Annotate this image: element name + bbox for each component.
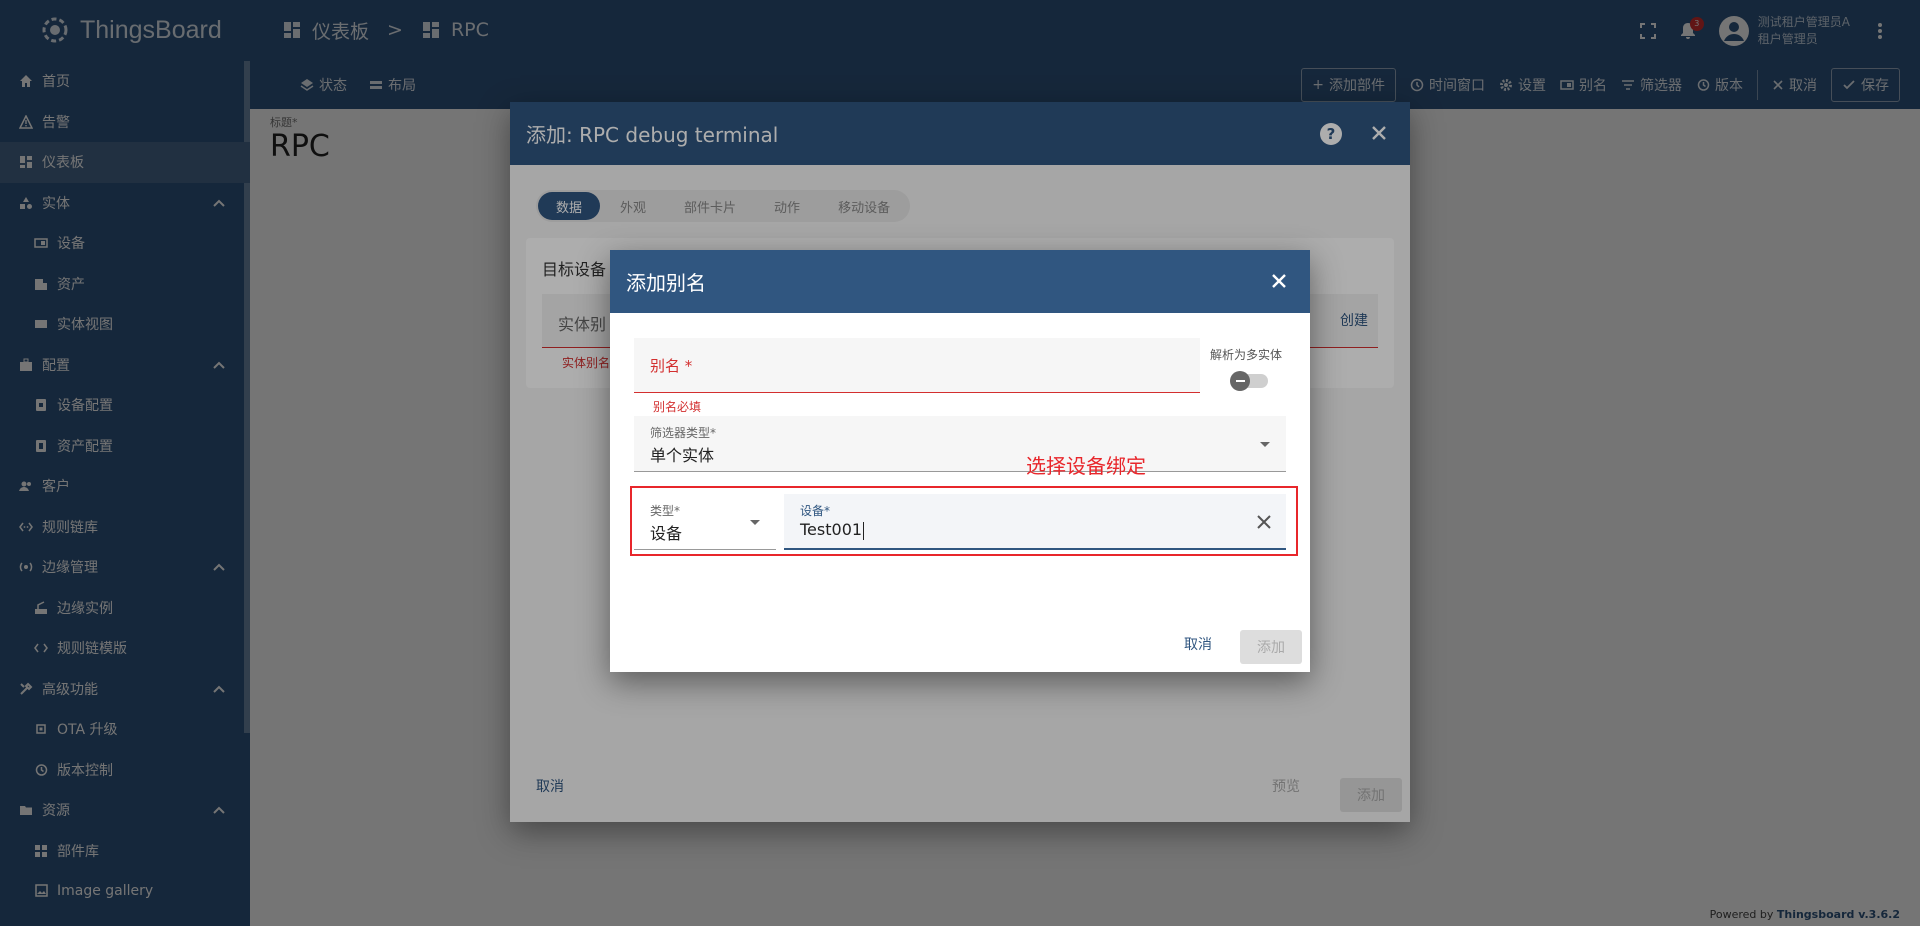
dialog-header: 添加别名 [610, 250, 1310, 313]
annotation-text: 选择设备绑定 [1026, 454, 1146, 478]
dropdown-arrow-icon [750, 520, 760, 525]
cancel-button[interactable]: 取消 [1184, 634, 1212, 654]
dropdown-arrow-icon [1260, 442, 1270, 447]
alias-name-input[interactable]: 别名 * [634, 338, 1200, 393]
resolve-multiple-label: 解析为多实体 [1210, 348, 1283, 362]
alias-name-error: 别名必填 [653, 400, 702, 414]
add-alias-button[interactable]: 添加 [1240, 630, 1302, 664]
device-value: Test001 [800, 520, 863, 539]
add-alias-dialog: 添加别名 别名 * 别名必填 解析为多实体 筛选器类型* 单个实体 选择设备绑定… [610, 250, 1310, 672]
device-label: 设备* [800, 504, 831, 518]
resolve-multiple-toggle[interactable] [1230, 371, 1268, 391]
filter-type-value: 单个实体 [650, 446, 715, 465]
text-cursor [863, 521, 865, 540]
close-icon[interactable] [1268, 270, 1290, 292]
clear-icon[interactable] [1254, 512, 1274, 532]
toggle-knob [1230, 371, 1250, 391]
filter-type-label: 筛选器类型* [650, 426, 717, 440]
alias-name-label: 别名 * [650, 357, 693, 375]
device-autocomplete-input[interactable]: 设备* Test001 [784, 494, 1286, 550]
filter-type-select[interactable]: 筛选器类型* 单个实体 [634, 416, 1286, 472]
entity-type-value: 设备 [650, 524, 683, 543]
entity-type-select[interactable]: 类型* 设备 [634, 494, 776, 550]
dialog-title: 添加别名 [626, 271, 706, 295]
entity-type-label: 类型* [650, 504, 681, 518]
